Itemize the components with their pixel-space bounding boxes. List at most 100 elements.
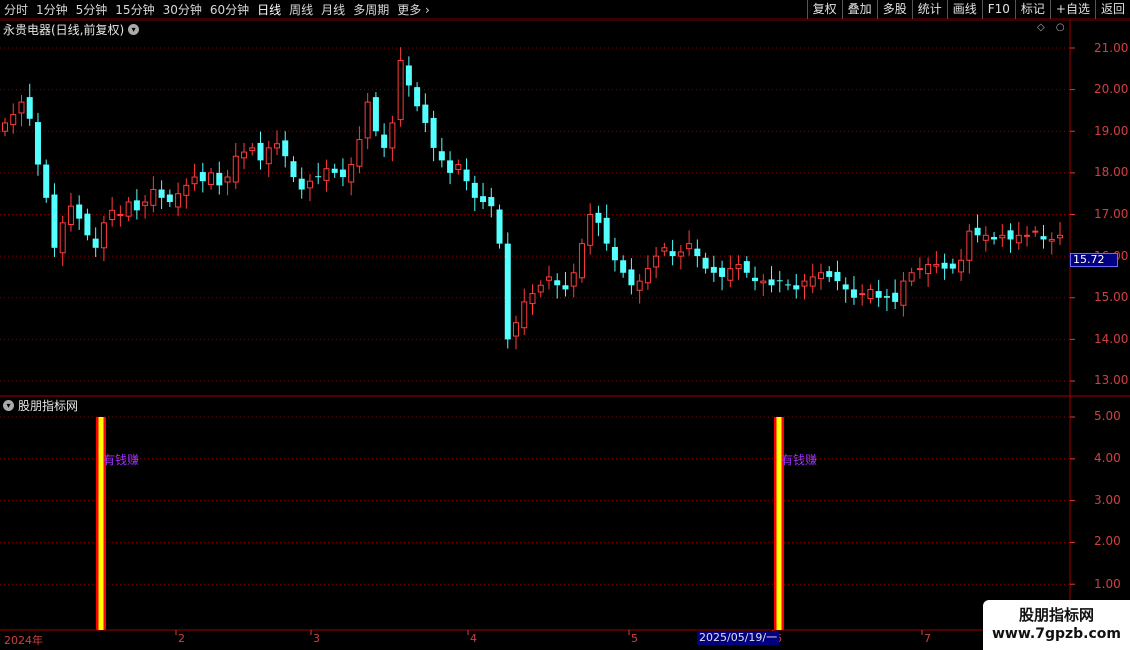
candle-body-up	[521, 301, 528, 329]
candle-body-down	[34, 122, 41, 165]
candle-body-up	[117, 214, 124, 216]
candle-body-down	[669, 251, 676, 257]
candle-body-up	[18, 101, 25, 114]
candle-body-up	[150, 189, 157, 206]
date-cursor: 2025/05/19/一	[697, 631, 780, 645]
price-axis-label: 21.00	[1094, 41, 1129, 55]
circle-icon[interactable]: ○	[1056, 22, 1065, 33]
candle-body-up	[1015, 234, 1022, 244]
last-price-badge: 15.72	[1070, 253, 1118, 267]
price-axis-label: 15.00	[1094, 290, 1129, 304]
candle-body-up	[999, 234, 1006, 239]
candle-body-down	[941, 262, 948, 269]
candle-body-down	[628, 269, 635, 286]
price-axis-label: 13.00	[1094, 373, 1129, 387]
candle-body-down	[216, 172, 223, 186]
candle-body-up	[232, 155, 239, 183]
candle-body-down	[834, 271, 841, 282]
candle-body-up	[735, 263, 742, 270]
candle-body-up	[183, 184, 190, 196]
candle-body-up	[249, 147, 256, 151]
chart-title-bar[interactable]: 永贵电器(日线,前复权) ▾	[3, 21, 140, 37]
candle-body-down	[743, 261, 750, 273]
candle-body-up	[224, 176, 231, 183]
indicator-axis-label: 1.00	[1094, 577, 1121, 591]
candle-body-up	[908, 272, 915, 282]
candle-body-down	[51, 194, 58, 248]
candle-body-down	[793, 285, 800, 290]
candle-body-up	[801, 280, 808, 287]
candle-body-down	[257, 142, 264, 161]
chart-canvas[interactable]	[0, 0, 1130, 650]
indicator-axis-label: 2.00	[1094, 534, 1121, 548]
candle-body-up	[727, 268, 734, 281]
candle-body-down	[480, 196, 487, 203]
candle-body-up	[809, 276, 816, 287]
candle-body-up	[67, 205, 74, 225]
candle-body-down	[372, 97, 379, 132]
candle-body-down	[133, 200, 140, 211]
candle-body-up	[966, 230, 973, 261]
candle-body-up	[455, 164, 462, 171]
candle-body-down	[562, 285, 569, 290]
date-axis-label: 7	[924, 632, 931, 645]
candle-body-up	[241, 151, 248, 159]
signal-label: 有钱赚	[103, 453, 140, 467]
candle-body-up	[1048, 238, 1055, 242]
candle-body-up	[265, 147, 272, 165]
candle-body-down	[768, 279, 775, 286]
date-axis-label: 5	[631, 632, 638, 645]
candle-body-down	[414, 87, 421, 107]
candle-body-down	[752, 277, 759, 282]
candle-body-down	[892, 292, 899, 302]
candle-body-down	[776, 280, 783, 282]
candle-body-up	[356, 139, 363, 167]
diamond-icon[interactable]: ◇	[1037, 22, 1045, 33]
chevron-down-icon[interactable]: ▾	[3, 400, 14, 411]
candle-body-up	[982, 234, 989, 241]
candle-body-down	[785, 284, 792, 286]
candle-body-down	[463, 169, 470, 182]
candle-body-down	[84, 213, 91, 236]
candle-body-up	[513, 322, 520, 337]
indicator-axis-label: 4.00	[1094, 451, 1121, 465]
candle-body-up	[686, 243, 693, 250]
candle-body-up	[916, 268, 923, 271]
candle-body-down	[381, 134, 388, 148]
candle-body-down	[826, 271, 833, 277]
indicator-axis-label: 3.00	[1094, 493, 1121, 507]
price-axis-label: 14.00	[1094, 332, 1129, 346]
candle-body-down	[422, 104, 429, 123]
candle-body-up	[323, 168, 330, 181]
indicator-title-bar[interactable]: ▾ 股朋指标网	[3, 398, 78, 413]
chevron-down-icon[interactable]: ▾	[128, 23, 140, 35]
candle-body-up	[2, 122, 8, 132]
candle-body-down	[158, 189, 165, 198]
candle-body-up	[859, 293, 866, 296]
candle-body-down	[282, 140, 289, 157]
candle-body-up	[1057, 234, 1063, 239]
candle-body-up	[59, 222, 66, 254]
candle-body-down	[438, 151, 445, 161]
candle-body-down	[603, 217, 610, 244]
candle-body-up	[636, 280, 643, 291]
candle-body-down	[850, 289, 857, 298]
candle-body-down	[290, 161, 297, 178]
watermark-title: 股朋指标网	[1018, 606, 1094, 624]
candle-body-down	[875, 291, 882, 298]
candle-body-down	[488, 197, 495, 207]
candle-body-up	[933, 263, 940, 267]
candle-body-up	[925, 263, 932, 275]
candle-body-up	[364, 101, 371, 139]
signal-bar-inner	[776, 417, 782, 630]
candle-body-up	[529, 293, 536, 305]
candle-body-up	[208, 172, 215, 186]
candle-body-down	[92, 238, 99, 248]
candle-body-up	[545, 276, 552, 281]
candle-body-up	[1032, 230, 1039, 233]
candle-body-up	[348, 164, 355, 183]
candle-body-up	[1024, 234, 1031, 237]
candle-body-up	[142, 201, 149, 206]
candle-body-up	[817, 272, 824, 280]
candle-body-down	[991, 236, 998, 240]
